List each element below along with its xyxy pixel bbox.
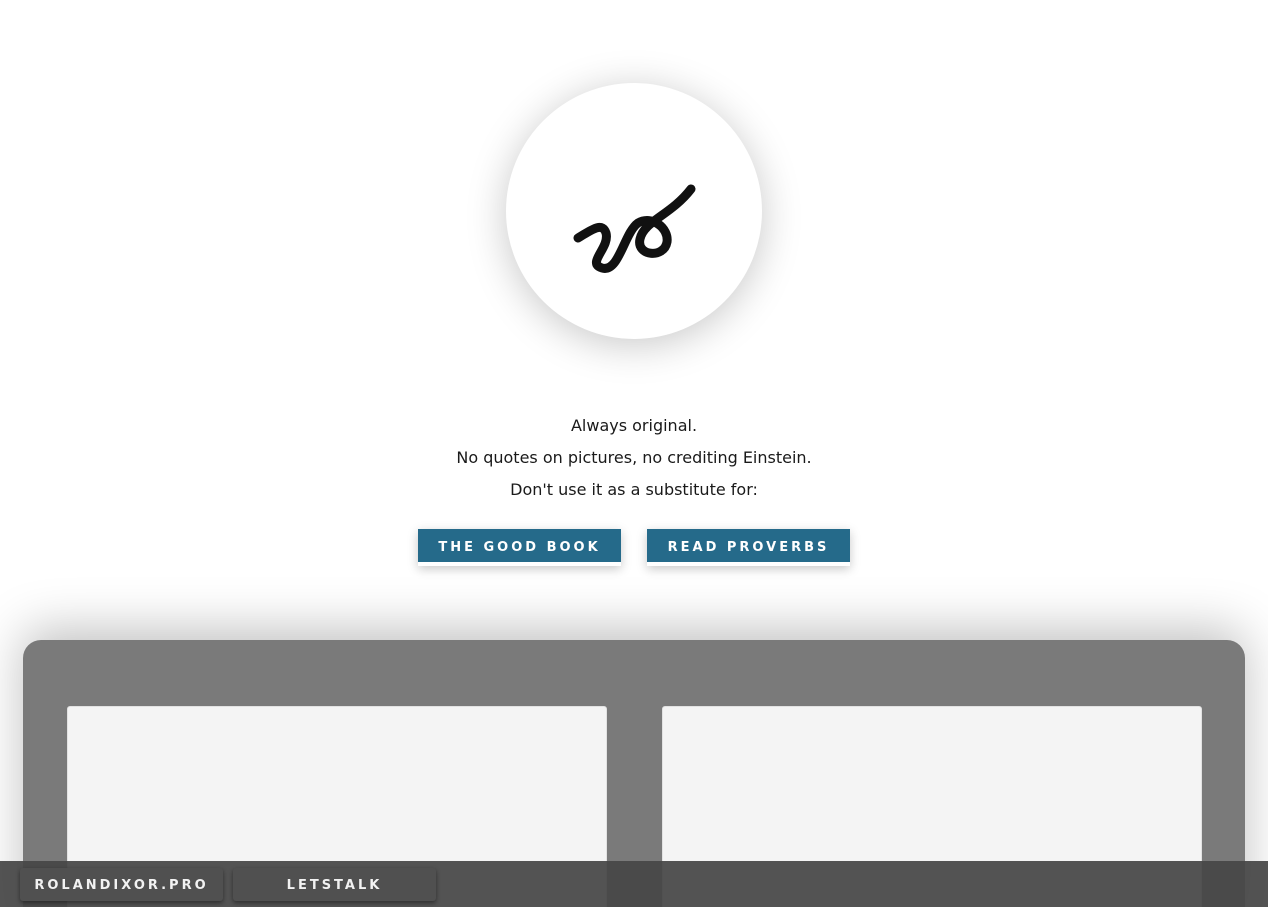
letstalk-button[interactable]: LETSTALK: [233, 868, 436, 901]
tagline-substitute: Don't use it as a substitute for:: [510, 480, 758, 499]
read-proverbs-button[interactable]: READ PROVERBS: [647, 529, 850, 566]
read-proverbs-label: READ PROVERBS: [667, 540, 830, 555]
tagline-no-quotes: No quotes on pictures, no crediting Eins…: [456, 448, 812, 467]
logo-badge[interactable]: [506, 83, 762, 339]
rolandixor-pro-button[interactable]: ROLANDIXOR.PRO: [20, 868, 223, 901]
tagline-original: Always original.: [570, 416, 698, 435]
bottom-bar: ROLANDIXOR.PRO LETSTALK: [0, 861, 1268, 907]
rolandixor-pro-label: ROLANDIXOR.PRO: [34, 878, 209, 893]
the-good-book-label: THE GOOD BOOK: [438, 540, 601, 555]
letstalk-label: LETSTALK: [286, 878, 383, 893]
signature-logo-icon: [573, 184, 696, 273]
page: Always original. No quotes on pictures, …: [0, 0, 1268, 907]
the-good-book-button[interactable]: THE GOOD BOOK: [418, 529, 621, 566]
